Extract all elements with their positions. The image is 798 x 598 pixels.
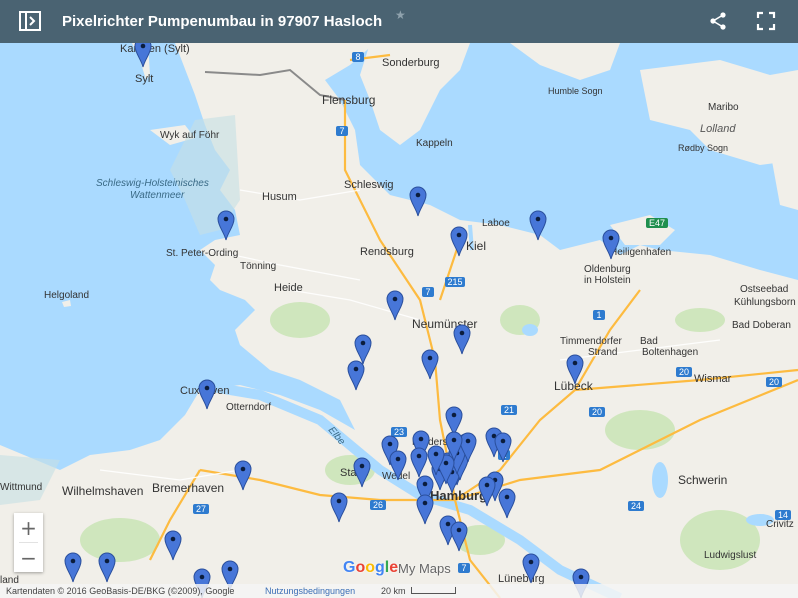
- svg-text:27: 27: [196, 504, 206, 514]
- svg-text:E47: E47: [649, 218, 665, 228]
- svg-text:7: 7: [461, 563, 466, 573]
- place-label: Schleswig: [344, 179, 394, 191]
- road-shield: 27: [193, 504, 209, 514]
- place-label: Bad Doberan: [732, 320, 791, 331]
- road-shield: 20: [676, 367, 692, 377]
- place-label: Maribo: [708, 102, 739, 113]
- place-label: Lolland: [700, 123, 736, 135]
- place-label: Rødby Sogn: [678, 143, 728, 153]
- fullscreen-icon[interactable]: [753, 8, 779, 34]
- scale-label: 20 km: [381, 586, 406, 596]
- road-shield: 7: [336, 126, 348, 136]
- svg-text:7: 7: [339, 126, 344, 136]
- place-label: Laboe: [482, 218, 510, 229]
- place-label: Bremerhaven: [152, 481, 224, 495]
- helgoland: [62, 300, 71, 307]
- place-label: Strand: [588, 347, 617, 358]
- place-label: Flensburg: [322, 93, 375, 107]
- place-label: Heide: [274, 282, 303, 294]
- star-icon[interactable]: ★: [395, 8, 406, 22]
- place-label: Otterndorf: [226, 402, 271, 413]
- road-shield: 8: [352, 52, 364, 62]
- svg-text:14: 14: [778, 510, 788, 520]
- google-logo: Google: [343, 559, 399, 576]
- terms-link[interactable]: Nutzungsbedingungen: [265, 586, 355, 596]
- place-label: Schwerin: [678, 473, 727, 487]
- road-shield: 21: [501, 405, 517, 415]
- place-label: Bad: [640, 336, 658, 347]
- svg-text:20: 20: [679, 367, 689, 377]
- road-shield: 24: [628, 501, 644, 511]
- zoom-control: + −: [14, 513, 43, 572]
- svg-text:23: 23: [394, 427, 404, 437]
- marker-2[interactable]: [217, 210, 235, 241]
- svg-text:20: 20: [592, 407, 602, 417]
- svg-text:215: 215: [447, 277, 462, 287]
- road-shield: 23: [391, 427, 407, 437]
- place-label: Timmendorfer: [560, 336, 623, 347]
- attribution-text: Kartendaten © 2016 GeoBasis-DE/BKG (©200…: [6, 586, 235, 596]
- road-shield: 26: [370, 500, 386, 510]
- zoom-in-button[interactable]: +: [14, 513, 43, 542]
- place-label: Husum: [262, 191, 297, 203]
- place-label: Kappeln: [416, 138, 453, 149]
- svg-text:20: 20: [769, 377, 779, 387]
- road-shield: 14: [775, 510, 791, 520]
- place-label: Helgoland: [44, 290, 89, 301]
- place-label: Kiel: [466, 239, 486, 253]
- place-label: Humble Sogn: [548, 86, 603, 96]
- map-header: Pixelrichter Pumpenumbau in 97907 Hasloc…: [0, 0, 798, 43]
- road-shield: 7: [458, 563, 470, 573]
- svg-text:1: 1: [596, 310, 601, 320]
- place-label: Rendsburg: [360, 246, 414, 258]
- scale-bar: [411, 587, 456, 594]
- svg-text:8: 8: [355, 52, 360, 62]
- road-shield: 20: [766, 377, 782, 387]
- place-label: Wilhelmshaven: [62, 484, 143, 498]
- road-shield: E47: [646, 218, 668, 228]
- place-label: Wittmund: [0, 482, 42, 493]
- my-maps-label: My Maps: [398, 561, 451, 576]
- place-label: Tönning: [240, 261, 276, 272]
- place-label: Wattenmeer: [130, 190, 185, 201]
- place-label: Crivitz: [766, 519, 794, 530]
- island-lolland-east: [770, 140, 798, 210]
- road-shield: 20: [589, 407, 605, 417]
- place-label: Ludwigslust: [704, 550, 756, 561]
- place-label: Schleswig-Holsteinisches: [96, 178, 209, 189]
- place-label: Boltenhagen: [642, 347, 698, 358]
- side-panel-icon[interactable]: [17, 8, 43, 34]
- place-label: Sonderburg: [382, 57, 440, 69]
- place-label: Wismar: [694, 373, 732, 385]
- place-label: Kühlungsborn: [734, 297, 796, 308]
- svg-text:21: 21: [504, 405, 514, 415]
- svg-text:24: 24: [631, 501, 641, 511]
- place-label: Sylt: [135, 73, 153, 85]
- place-label: Oldenburg: [584, 264, 631, 275]
- place-label: Wyk auf Föhr: [160, 130, 220, 141]
- place-label: Heiligenhafen: [610, 247, 671, 258]
- place-label: Hamburg: [430, 488, 487, 503]
- zoom-out-button[interactable]: −: [14, 543, 43, 572]
- place-label: St. Peter-Ording: [166, 248, 238, 259]
- map-canvas[interactable]: Kampen (Sylt) Sylt Sonderburg Flensburg …: [0, 0, 798, 598]
- place-label: Ostseebad: [740, 284, 788, 295]
- denmark-south: [510, 43, 620, 80]
- road-shield: 7: [422, 287, 434, 297]
- road-shield: 215: [445, 277, 465, 287]
- share-icon[interactable]: [705, 8, 731, 34]
- svg-text:26: 26: [373, 500, 383, 510]
- map-footer: Kartendaten © 2016 GeoBasis-DE/BKG (©200…: [0, 584, 798, 598]
- map-title: Pixelrichter Pumpenumbau in 97907 Hasloc…: [62, 13, 383, 30]
- svg-text:7: 7: [425, 287, 430, 297]
- road-shield: 1: [593, 310, 605, 320]
- place-label: Kampen (Sylt): [120, 43, 190, 55]
- place-label: in Holstein: [584, 275, 631, 286]
